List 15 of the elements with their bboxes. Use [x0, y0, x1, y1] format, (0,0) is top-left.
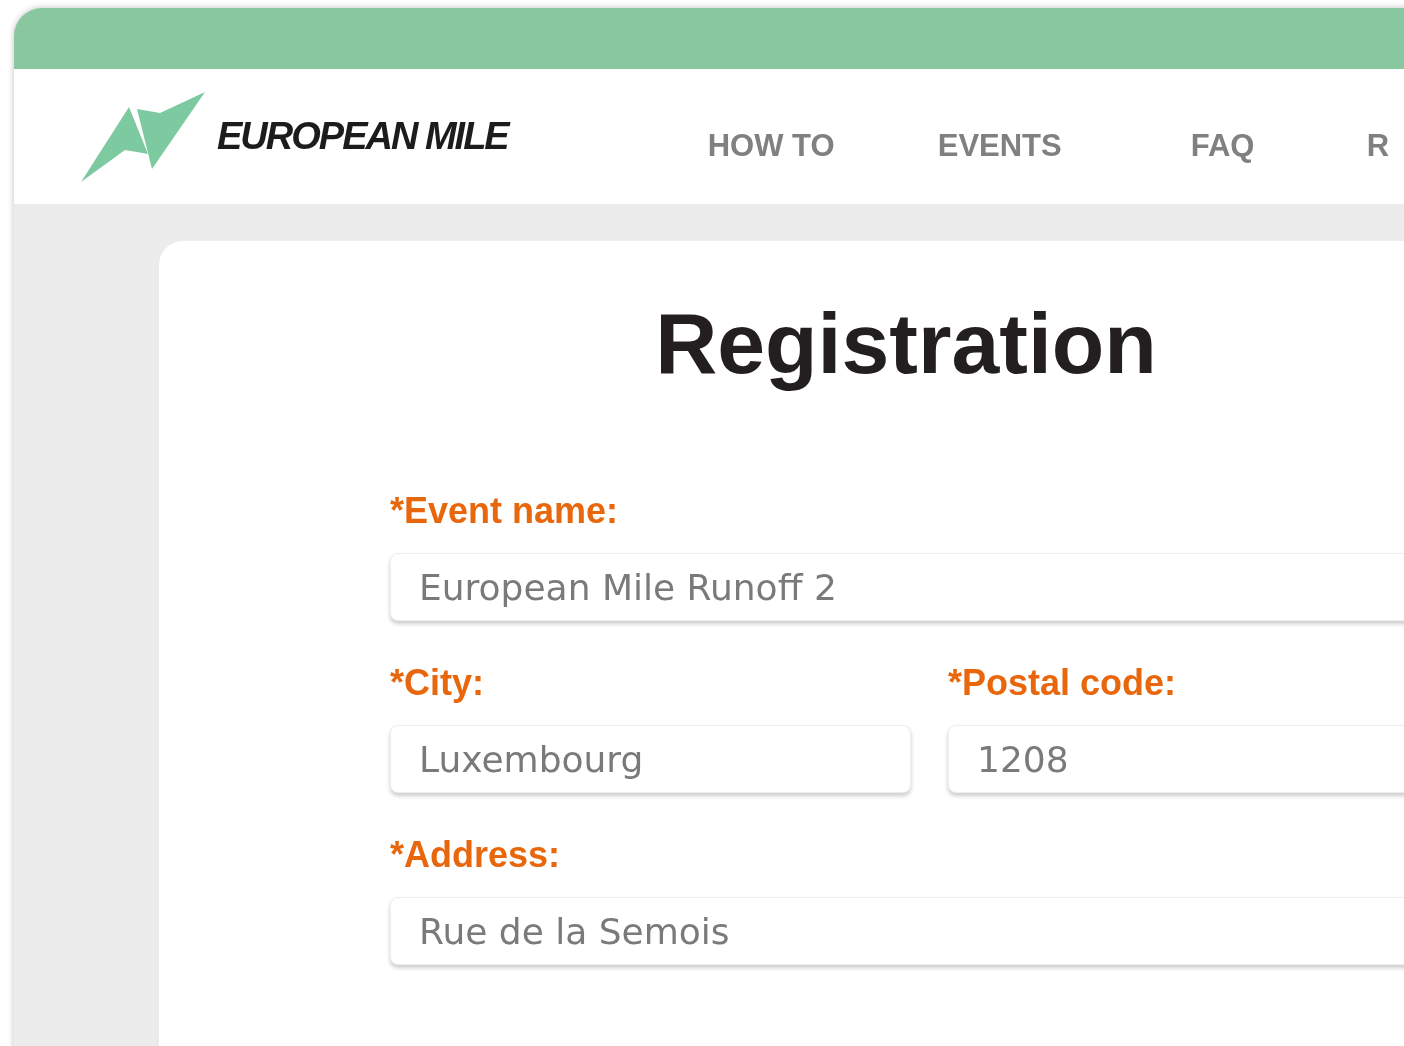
field-label: *City:: [390, 661, 485, 705]
input-field[interactable]: Rue de la Semois: [390, 897, 1404, 965]
field-label: *Address:: [390, 833, 562, 877]
brand-name[interactable]: EUROPEAN MILE: [217, 108, 508, 165]
input-field[interactable]: Luxembourg: [390, 725, 911, 793]
input-field[interactable]: 1208: [948, 725, 1404, 793]
nav-link[interactable]: FAQ: [1190, 128, 1255, 164]
logo-icon: [81, 91, 205, 182]
field-label: *Postal code:: [948, 661, 1178, 705]
input-field[interactable]: European Mile Runoff 2: [390, 553, 1404, 621]
page-title: Registration: [654, 294, 1158, 393]
nav-link[interactable]: EVENTS: [937, 128, 1062, 164]
nav-link[interactable]: HOW TO: [707, 128, 835, 164]
nav-link[interactable]: R: [1366, 128, 1390, 164]
field-label: *Event name:: [390, 489, 620, 533]
